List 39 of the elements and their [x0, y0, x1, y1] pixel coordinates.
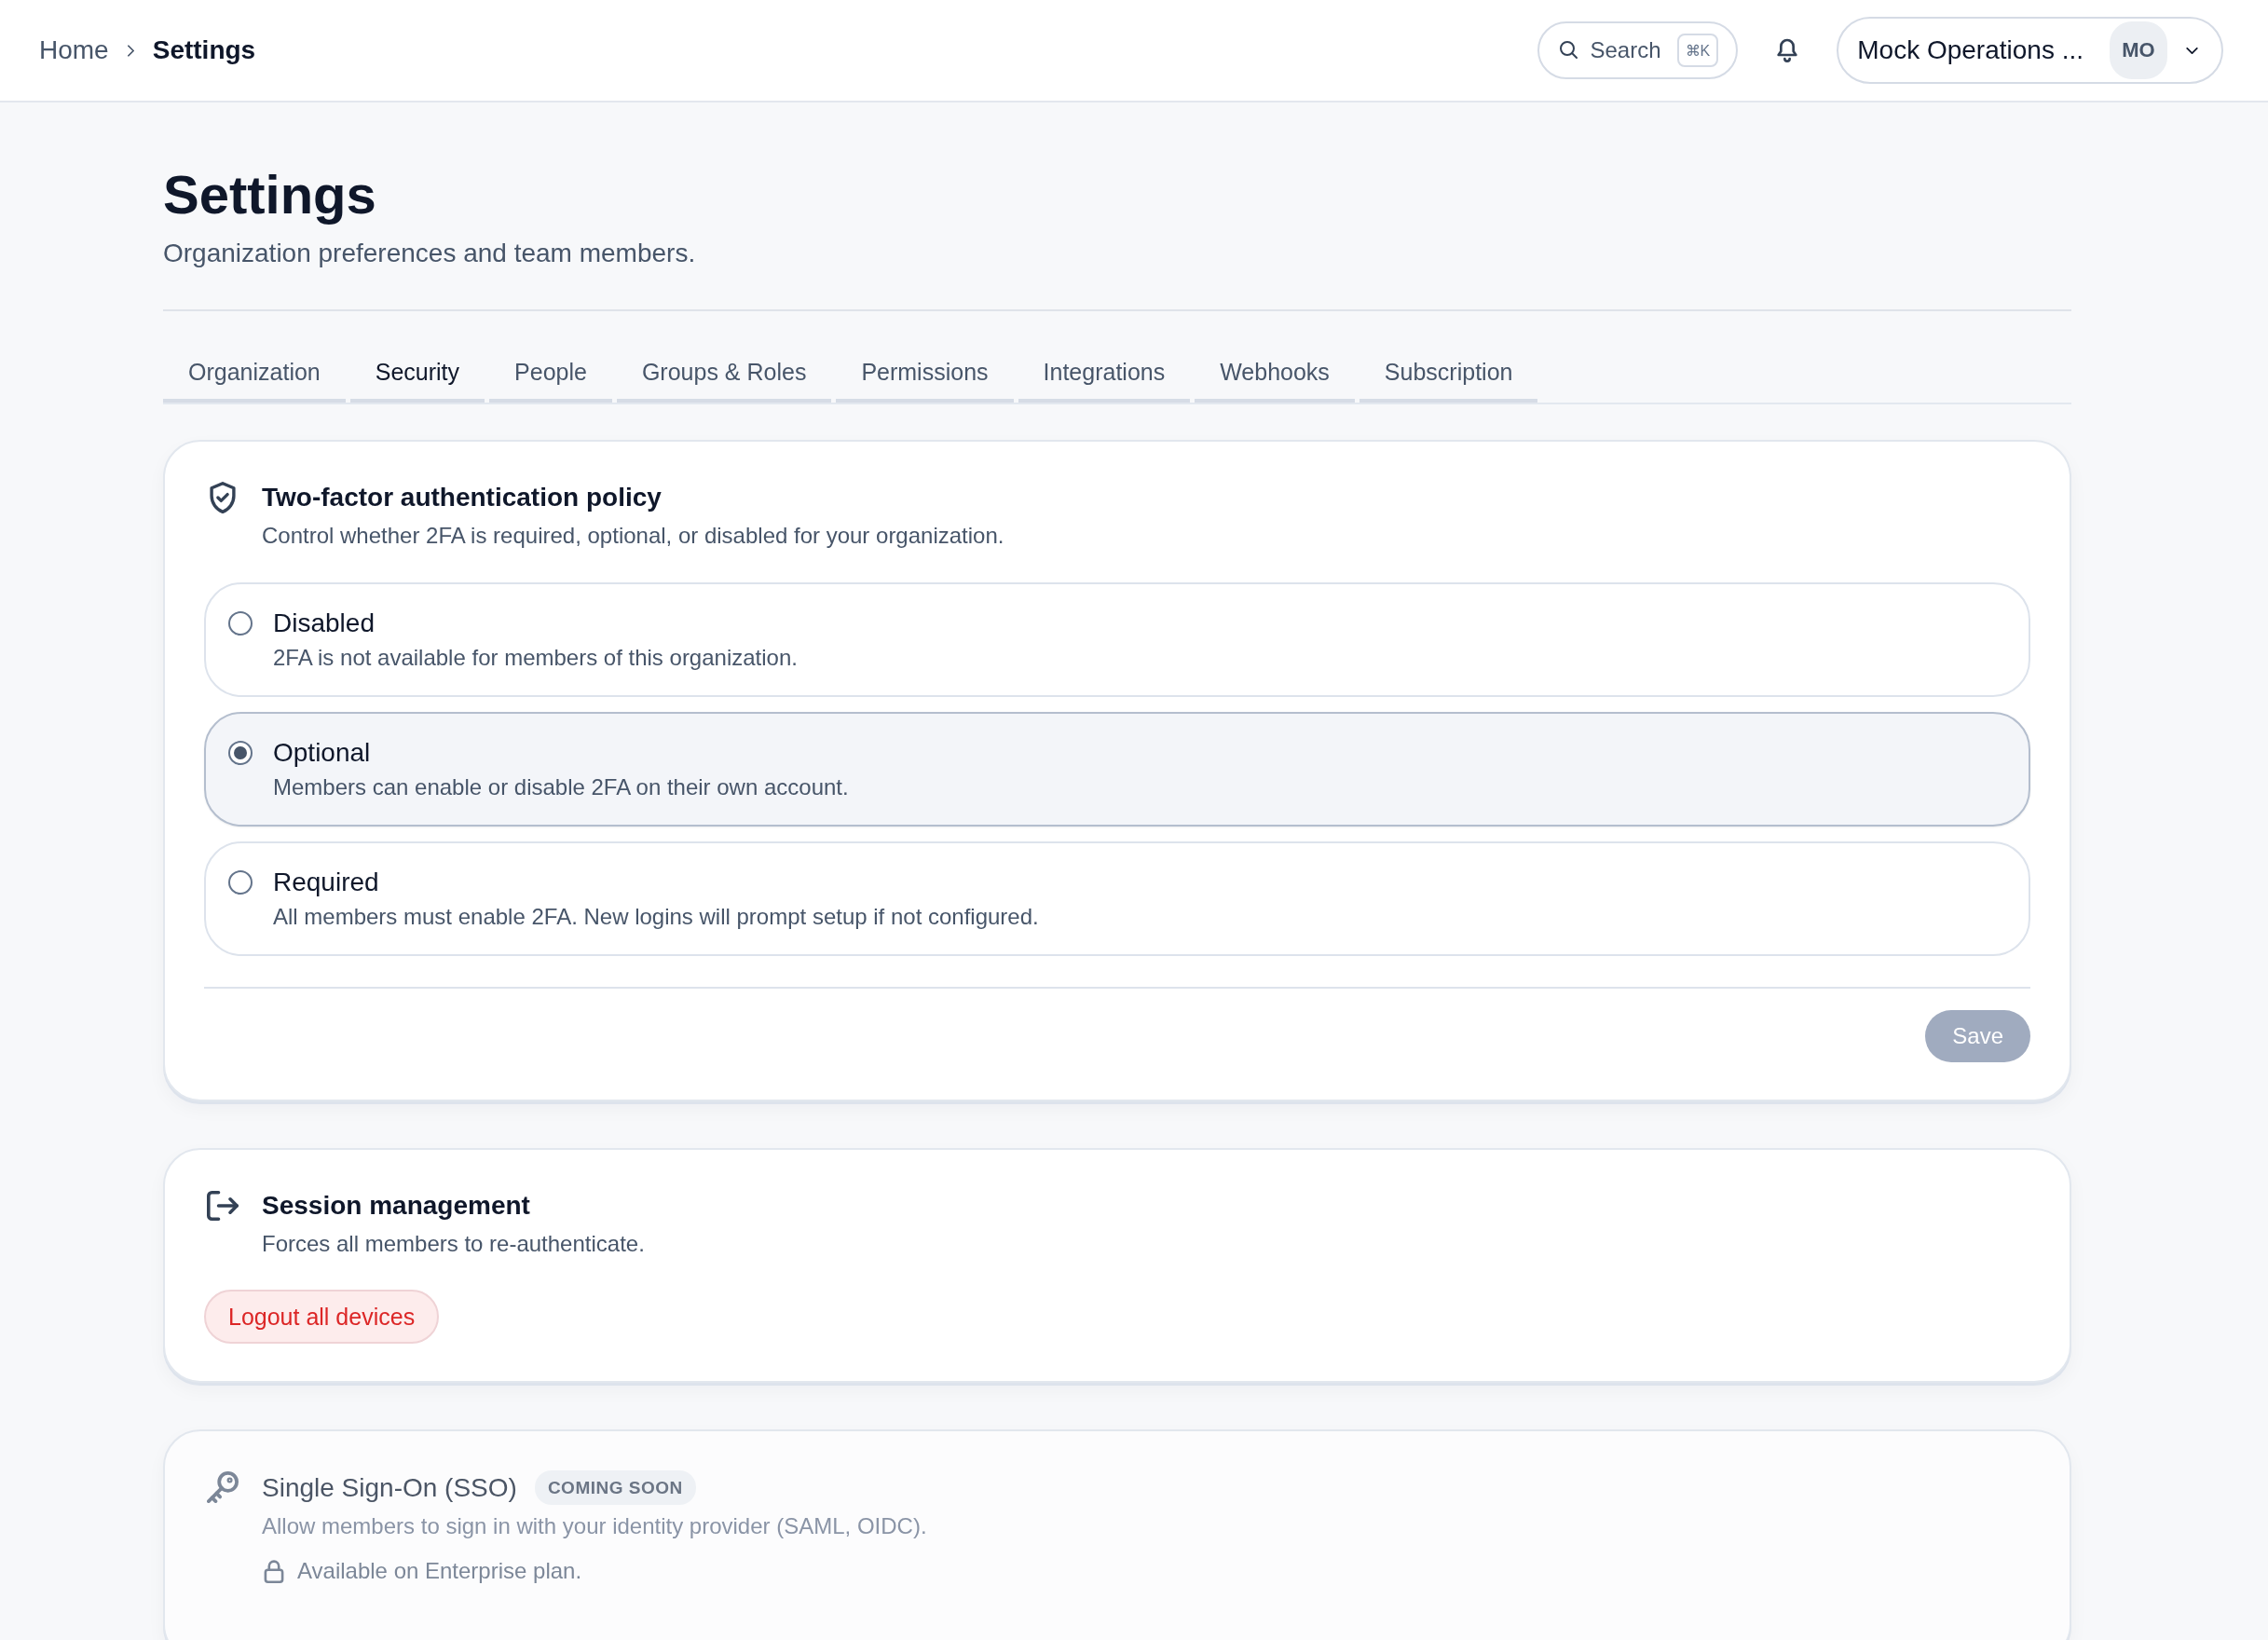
card-description: Forces all members to re-authenticate.	[262, 1230, 646, 1258]
chevron-down-icon	[2186, 47, 2198, 54]
radio-option[interactable]: Optional Members can enable or disable 2FA on their own account.	[204, 712, 2030, 827]
tab[interactable]: Permissions	[836, 345, 1014, 403]
tab[interactable]: Webhooks	[1195, 345, 1355, 403]
logout-all-devices-button[interactable]: Logout all devices	[204, 1290, 440, 1344]
radio-option[interactable]: Disabled 2FA is not available for members of this organization.	[204, 582, 2030, 697]
card-title: Session management	[262, 1190, 531, 1222]
keyboard-shortcut: ⌘K	[1676, 34, 1719, 67]
radio-icon[interactable]	[228, 870, 253, 895]
page-subtitle: Organization preferences and team members.	[163, 238, 697, 269]
card-title: Two-factor authentication policy	[262, 482, 663, 513]
logout-icon	[207, 1190, 239, 1222]
search-icon	[1559, 41, 1578, 60]
card-description: Control whether 2FA is required, optional, or disabled for your organization.	[262, 522, 1005, 550]
lock-icon	[264, 1559, 284, 1583]
tab[interactable]: Security	[349, 345, 485, 403]
account-menu-button[interactable]: Mock Operations ... MO	[1837, 17, 2223, 84]
radio-icon[interactable]	[228, 611, 253, 636]
plan-note: Available on Enterprise plan.	[297, 1557, 582, 1585]
tab[interactable]: People	[489, 345, 612, 403]
avatar: MO	[2110, 21, 2167, 79]
radio-option[interactable]: Required All members must enable 2FA. New logins will prompt setup if not configured.	[204, 841, 2030, 956]
bell-icon[interactable]	[1777, 38, 1798, 62]
tab[interactable]: Groups & Roles	[616, 345, 832, 403]
page-title: Settings	[163, 163, 377, 226]
coming-soon-badge: COMING SOON	[534, 1470, 696, 1505]
tab[interactable]: Organization	[163, 345, 346, 403]
shield-check-icon	[207, 482, 239, 513]
search-button[interactable]: Search ⌘K	[1537, 21, 1739, 79]
breadcrumb-current: Settings	[152, 34, 256, 66]
card-description: Allow members to sign in with your identity provider (SAML, OIDC).	[262, 1512, 928, 1540]
tab[interactable]: Integrations	[1018, 345, 1191, 403]
key-icon	[207, 1471, 239, 1503]
card-title: Single Sign-On (SSO)	[262, 1471, 517, 1504]
radio-icon[interactable]	[228, 741, 253, 765]
breadcrumb-link[interactable]: Home	[39, 34, 109, 67]
chevron-right-icon	[127, 44, 134, 57]
tab[interactable]: Subscription	[1359, 345, 1538, 403]
